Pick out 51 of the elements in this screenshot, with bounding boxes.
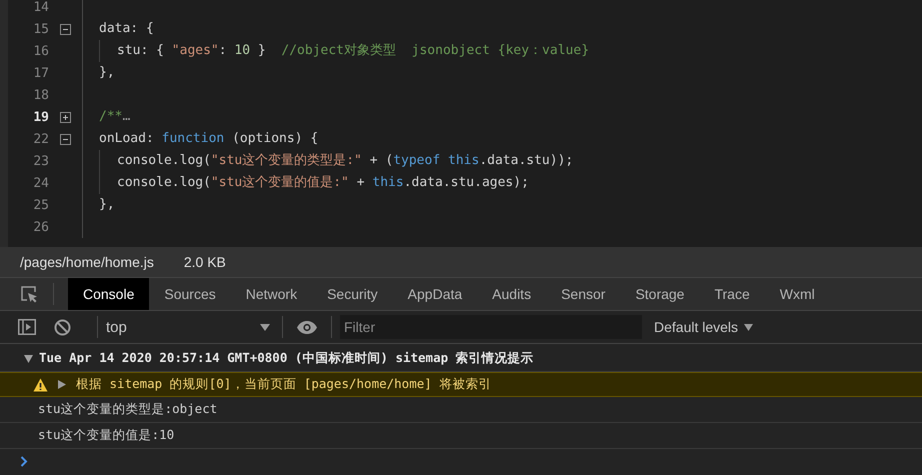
sidebar-toggle-icon[interactable] <box>18 319 36 335</box>
devtools-tab[interactable]: Security <box>312 278 393 310</box>
code-line: data: { <box>99 20 154 38</box>
code-line: /**… <box>99 108 130 126</box>
filter-field[interactable]: Filter <box>340 315 642 339</box>
code-line: onLoad: function (options) { <box>99 130 318 148</box>
code-line: console.log("stu这个变量的类型是:" + (typeof this.data.stu)); <box>117 152 574 170</box>
devtools-tab[interactable]: AppData <box>392 278 478 310</box>
group-header: Tue Apr 14 2020 20:57:14 GMT+0800 (中国标准时间) sitemap 索引情况提示 <box>39 350 534 367</box>
context-select[interactable]: top <box>106 318 274 336</box>
line-number: 15 <box>32 22 49 36</box>
line-number: 17 <box>32 66 49 80</box>
devtools-tab[interactable]: Trace <box>699 278 765 310</box>
inspect-icon[interactable] <box>20 284 39 304</box>
file-path: /pages/home/home.js <box>20 254 154 270</box>
log-message: stu这个变量的值是:10 <box>38 427 174 444</box>
devtools-tab[interactable]: Audits <box>477 278 546 310</box>
prompt-chevron-icon[interactable] <box>20 456 28 467</box>
expand-icon[interactable] <box>60 112 71 122</box>
line-number: 24 <box>32 176 49 190</box>
devtools-tab[interactable]: Sources <box>149 278 231 310</box>
warning-icon <box>33 378 48 392</box>
caret-icon <box>744 324 754 330</box>
line-number: 26 <box>32 220 49 234</box>
code-line: stu: { "ages": 10 } //object对象类型 jsonobject {key：value} <box>117 42 590 60</box>
line-number: 25 <box>32 198 49 212</box>
line-number: 18 <box>32 88 49 102</box>
devtools-tab[interactable]: Network <box>230 278 312 310</box>
code-line: }, <box>99 64 115 82</box>
collapse-icon[interactable] <box>60 134 71 144</box>
devtools-tab[interactable]: Console <box>68 278 150 310</box>
levels-dropdown[interactable]: Default levels <box>654 319 754 335</box>
line-number: 22 <box>32 132 49 146</box>
clear-console-icon[interactable] <box>54 318 71 336</box>
caret-icon <box>260 324 270 330</box>
collapse-icon[interactable] <box>60 24 71 34</box>
devtools-tab[interactable]: Sensor <box>546 278 620 310</box>
eye-icon[interactable] <box>297 320 317 334</box>
devtools-tab[interactable]: Wxml <box>764 278 830 310</box>
line-number: 23 <box>32 154 49 168</box>
expanded-triangle-icon[interactable] <box>24 354 33 362</box>
log-message: stu这个变量的类型是:object <box>38 401 218 418</box>
line-number: 19 <box>32 110 49 124</box>
devtools-tab[interactable]: Storage <box>620 278 700 310</box>
line-number: 16 <box>32 44 49 58</box>
code-line: }, <box>99 196 115 214</box>
code-line: console.log("stu这个变量的值是:" + this.data.stu.ages); <box>117 174 529 192</box>
file-size: 2.0 KB <box>184 254 226 270</box>
collapsed-triangle-icon[interactable] <box>58 380 66 389</box>
warning-message: 根据 sitemap 的规则[0]，当前页面 [pages/home/home] 将被索引 <box>76 376 492 393</box>
line-number: 14 <box>32 0 49 14</box>
